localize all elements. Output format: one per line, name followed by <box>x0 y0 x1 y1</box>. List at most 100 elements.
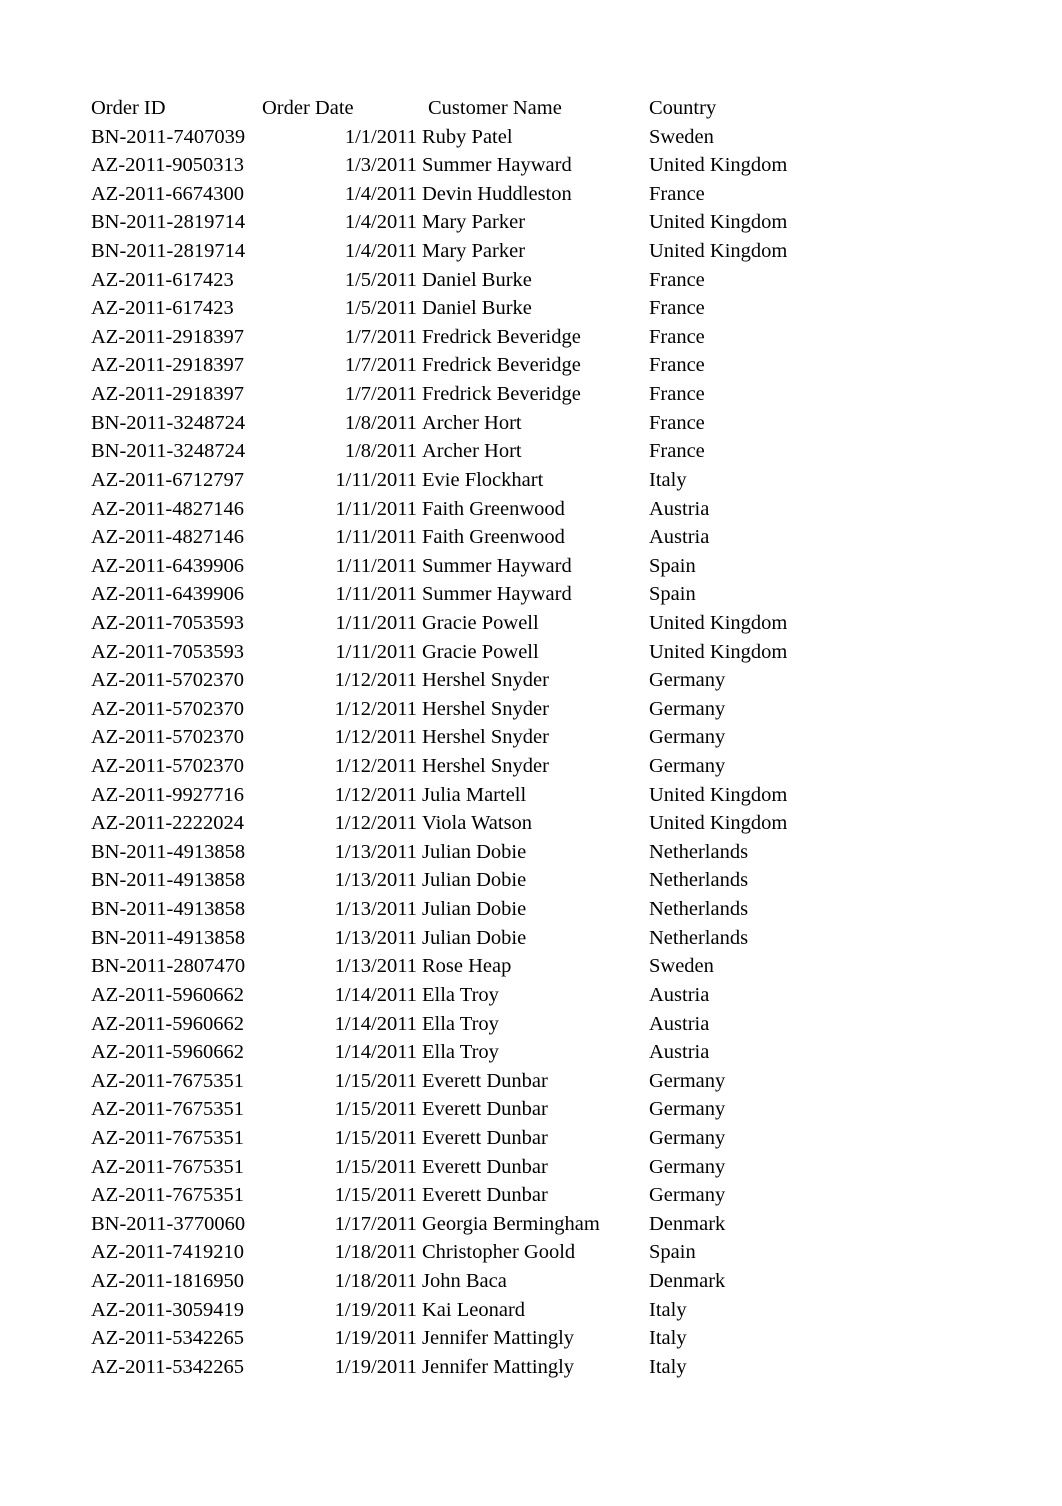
order-date-cell: 1/7/2011 <box>344 325 417 348</box>
country-cell: Denmark <box>649 1212 726 1235</box>
customer-name-cell: Jennifer Mattingly <box>422 1327 575 1350</box>
header-customer-name: Customer Name <box>428 97 562 119</box>
order-id-cell: AZ-2011-4827146 <box>91 526 244 549</box>
order-date-cell: 1/15/2011 <box>334 1126 417 1149</box>
table-row: AZ-2011-2918397 1/7/2011 Fredrick Beveridg… <box>0 380 1062 409</box>
table-row: AZ-2011-5702370 1/12/2011 Hershel Snyder Ge… <box>0 723 1062 752</box>
order-id-cell: AZ-2011-3059419 <box>91 1298 244 1321</box>
table-row: AZ-2011-6674300 1/4/2011 Devin Huddleston F… <box>0 180 1062 209</box>
country-cell: Sweden <box>649 125 714 148</box>
country-cell: United Kingdom <box>649 611 788 634</box>
country-cell: Germany <box>649 755 726 778</box>
table-row: AZ-2011-5702370 1/12/2011 Hershel Snyder Ge… <box>0 666 1062 695</box>
order-id-cell: AZ-2011-5342265 <box>91 1327 244 1350</box>
customer-name-cell: Mary Parker <box>422 240 526 263</box>
country-cell: United Kingdom <box>649 154 788 177</box>
country-cell: United Kingdom <box>649 812 788 835</box>
customer-name-cell: Fredrick Beveridge <box>422 383 581 406</box>
order-date-cell: 1/8/2011 <box>344 440 417 463</box>
order-id-cell: AZ-2011-7053593 <box>91 640 244 663</box>
customer-name-cell: Fredrick Beveridge <box>422 354 581 377</box>
order-id-cell: AZ-2011-7675351 <box>91 1155 244 1178</box>
order-date-cell: 1/13/2011 <box>334 869 417 892</box>
customer-name-cell: Ella Troy <box>422 1012 499 1035</box>
table-row: AZ-2011-4827146 1/11/2011 Faith Greenwood A… <box>0 495 1062 524</box>
customer-name-cell: Georgia Bermingham <box>422 1212 600 1235</box>
table-row: AZ-2011-617423 1/5/2011 Daniel Burke France <box>0 266 1062 295</box>
order-id-cell: BN-2011-7407039 <box>91 125 246 148</box>
order-id-cell: BN-2011-3248724 <box>91 440 246 463</box>
order-id-cell: AZ-2011-7675351 <box>91 1098 244 1121</box>
order-id-cell: BN-2011-3770060 <box>91 1212 246 1235</box>
order-id-cell: BN-2011-3248724 <box>91 411 246 434</box>
customer-name-cell: Julian Dobie <box>422 898 527 921</box>
header-order-date: Order Date <box>262 97 354 119</box>
customer-name-cell: Archer Hort <box>422 440 522 463</box>
table-body: BN-2011-7407039 1/1/2011 Ruby Patel Sweden A… <box>0 123 1062 1382</box>
order-date-cell: 1/18/2011 <box>334 1241 417 1264</box>
table-row: AZ-2011-9927716 1/12/2011 Julia Martell Uni… <box>0 781 1062 810</box>
table-row: AZ-2011-617423 1/5/2011 Daniel Burke France <box>0 294 1062 323</box>
country-cell: Austria <box>649 1041 710 1064</box>
table-row: AZ-2011-7675351 1/15/2011 Everett Dunbar Ge… <box>0 1067 1062 1096</box>
table-row: AZ-2011-7053593 1/11/2011 Gracie Powell Uni… <box>0 638 1062 667</box>
table-row: AZ-2011-5342265 1/19/2011 Jennifer Matting… <box>0 1353 1062 1382</box>
customer-name-cell: Hershel Snyder <box>422 669 549 692</box>
customer-name-cell: Jennifer Mattingly <box>422 1355 575 1378</box>
order-id-cell: AZ-2011-6439906 <box>91 554 244 577</box>
order-date-cell: 1/4/2011 <box>344 240 417 263</box>
table-row: BN-2011-4913858 1/13/2011 Julian Dobie Neth… <box>0 895 1062 924</box>
order-date-cell: 1/15/2011 <box>334 1069 417 1092</box>
table-row: AZ-2011-5960662 1/14/2011 Ella Troy Austria <box>0 981 1062 1010</box>
country-cell: France <box>649 440 705 463</box>
customer-name-cell: Gracie Powell <box>422 640 539 663</box>
order-id-cell: AZ-2011-6439906 <box>91 583 244 606</box>
order-id-cell: AZ-2011-2222024 <box>91 812 244 835</box>
table-row: BN-2011-7407039 1/1/2011 Ruby Patel Sweden <box>0 123 1062 152</box>
country-cell: Austria <box>649 1012 710 1035</box>
country-cell: Germany <box>649 1184 726 1207</box>
table-row: AZ-2011-1816950 1/18/2011 John Baca Denmark <box>0 1267 1062 1296</box>
table-row: AZ-2011-7675351 1/15/2011 Everett Dunbar Ge… <box>0 1181 1062 1210</box>
country-cell: Germany <box>649 669 726 692</box>
country-cell: Netherlands <box>649 840 749 863</box>
country-cell: France <box>649 325 705 348</box>
order-date-cell: 1/12/2011 <box>334 697 417 720</box>
customer-name-cell: Julian Dobie <box>422 926 527 949</box>
customer-name-cell: Ruby Patel <box>422 125 513 148</box>
country-cell: Germany <box>649 1069 726 1092</box>
order-date-cell: 1/4/2011 <box>344 211 417 234</box>
order-date-cell: 1/7/2011 <box>344 383 417 406</box>
order-date-cell: 1/13/2011 <box>334 926 417 949</box>
order-date-cell: 1/19/2011 <box>334 1298 417 1321</box>
order-date-cell: 1/12/2011 <box>334 755 417 778</box>
order-date-cell: 1/15/2011 <box>334 1098 417 1121</box>
customer-name-cell: Everett Dunbar <box>422 1069 548 1092</box>
country-cell: France <box>649 383 705 406</box>
customer-name-cell: Viola Watson <box>422 812 533 835</box>
table-row: BN-2011-4913858 1/13/2011 Julian Dobie Neth… <box>0 838 1062 867</box>
customer-name-cell: Mary Parker <box>422 211 526 234</box>
customer-name-cell: John Baca <box>422 1269 507 1292</box>
customer-name-cell: Everett Dunbar <box>422 1155 548 1178</box>
customer-name-cell: Daniel Burke <box>422 268 532 291</box>
order-id-cell: AZ-2011-6674300 <box>91 182 244 205</box>
order-id-cell: AZ-2011-5702370 <box>91 697 244 720</box>
order-id-cell: BN-2011-2819714 <box>91 240 246 263</box>
customer-name-cell: Everett Dunbar <box>422 1126 548 1149</box>
order-id-cell: AZ-2011-9927716 <box>91 783 244 806</box>
order-date-cell: 1/11/2011 <box>335 611 417 634</box>
order-date-cell: 1/11/2011 <box>335 554 417 577</box>
country-cell: Spain <box>649 1241 696 1264</box>
order-id-cell: BN-2011-4913858 <box>91 898 246 921</box>
order-id-cell: BN-2011-2819714 <box>91 211 246 234</box>
order-id-cell: AZ-2011-2918397 <box>91 383 244 406</box>
country-cell: Italy <box>649 1327 687 1350</box>
table-row: AZ-2011-9050313 1/3/2011 Summer Hayward Uni… <box>0 151 1062 180</box>
country-cell: United Kingdom <box>649 211 788 234</box>
customer-name-cell: Rose Heap <box>422 955 512 978</box>
country-cell: Netherlands <box>649 898 749 921</box>
table-row: BN-2011-3248724 1/8/2011 Archer Hort France <box>0 437 1062 466</box>
customer-name-cell: Daniel Burke <box>422 297 532 320</box>
country-cell: Germany <box>649 1098 726 1121</box>
